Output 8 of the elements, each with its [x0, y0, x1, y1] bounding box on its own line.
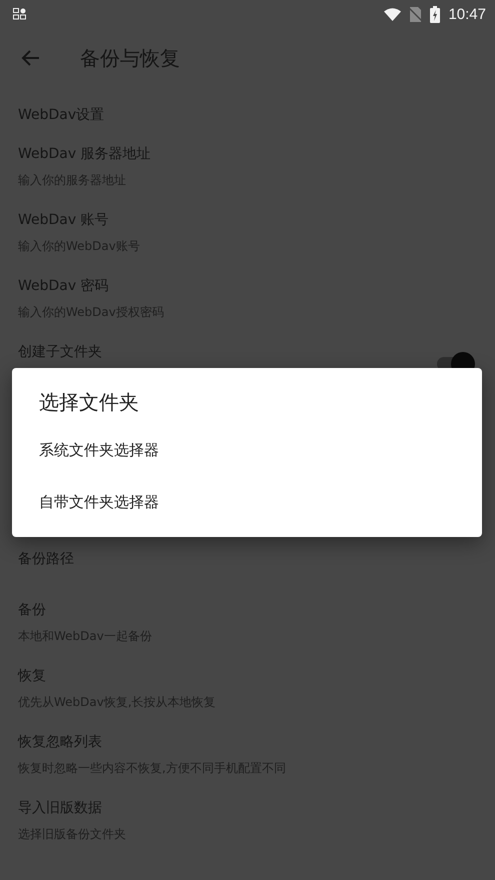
battery-charging-icon	[430, 6, 440, 22]
dialog-option[interactable]: 系统文件夹选择器	[12, 424, 482, 476]
dialog-title: 选择文件夹	[39, 390, 139, 414]
dialog-option[interactable]: 自带文件夹选择器	[12, 476, 482, 528]
wifi-icon	[384, 8, 402, 20]
notification-icon	[13, 8, 26, 20]
no-sim-icon	[409, 6, 422, 22]
status-time: 10:47	[448, 6, 486, 22]
